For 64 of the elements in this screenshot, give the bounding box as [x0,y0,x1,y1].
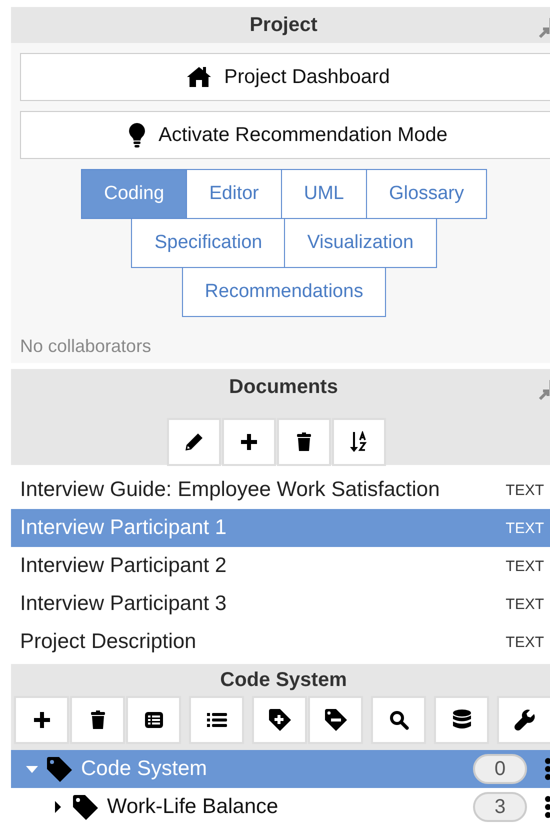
count-pill: 3 [473,792,527,822]
toolbar-button[interactable] [497,696,550,744]
toolbar-button[interactable] [371,696,426,744]
document-name: Interview Participant 3 [20,592,227,616]
view-tab[interactable]: Specification [131,218,286,268]
toolbar-button[interactable] [14,696,69,744]
tag-minus-icon [324,708,348,732]
trash-icon [296,432,312,452]
document-type: TEXT [506,482,544,498]
document-row[interactable]: Interview Participant 3 TEXT [11,585,550,623]
document-type: TEXT [506,520,544,536]
document-row[interactable]: Interview Participant 2 TEXT [11,547,550,585]
toolbar-button[interactable] [434,696,489,744]
database-icon [452,709,472,731]
tag-icon [45,755,73,783]
view-tab[interactable]: Editor [186,169,282,219]
code-row[interactable]: Code System 0 [11,750,550,788]
toolbar-button[interactable] [126,696,181,744]
sort-icon [348,431,368,453]
view-tab[interactable]: Glossary [366,169,487,219]
toolbar-button[interactable] [308,696,363,744]
plus-icon [32,711,50,729]
list-box-icon [144,711,164,729]
toolbar-button[interactable] [70,696,125,744]
toolbar-button[interactable] [332,418,386,466]
pencil-icon [184,432,204,452]
wrench-icon [514,709,536,731]
document-name: Project Description [20,630,196,654]
code-row[interactable]: Work-Life Balance 3 [11,788,550,826]
panel-title: Documents [229,376,338,398]
document-name: Interview Participant 1 [20,516,227,540]
panel-title: Project [250,14,318,36]
code-name: Work-Life Balance [107,795,278,819]
toolbar-button[interactable] [252,696,307,744]
toolbar-button[interactable] [276,418,330,466]
document-type: TEXT [506,558,544,574]
view-tab[interactable]: Visualization [284,218,437,268]
plus-icon [240,433,258,451]
code-name: Code System [81,757,208,781]
document-row[interactable]: Interview Guide: Employee Work Satisfaction TEXT [11,471,550,509]
tag-icon [71,793,99,821]
more-icon[interactable] [544,795,550,819]
action-button[interactable]: Activate Recommendation Mode [20,111,550,159]
tag-plus-icon [268,708,292,732]
toolbar-button[interactable] [166,418,220,466]
panel-title: Code System [220,668,347,693]
view-tab[interactable]: Recommendations [182,267,386,317]
action-button[interactable]: Project Dashboard [20,53,550,101]
home-icon [186,66,212,88]
view-tab[interactable]: UML [280,169,367,219]
more-icon[interactable] [544,757,550,781]
toolbar-button[interactable] [222,418,276,466]
document-type: TEXT [506,596,544,612]
document-type: TEXT [506,634,544,650]
lightbulb-icon [128,122,146,148]
document-name: Interview Participant 2 [20,554,227,578]
document-name: Interview Guide: Employee Work Satisfaction [20,478,440,502]
document-row[interactable]: Project Description TEXT [11,623,550,661]
search-icon [388,710,408,730]
count-pill: 0 [473,754,527,784]
trash-icon [90,710,106,730]
list-icon [206,711,228,729]
collaborators-text: No collaborators [20,336,152,357]
toolbar-button[interactable] [189,696,244,744]
